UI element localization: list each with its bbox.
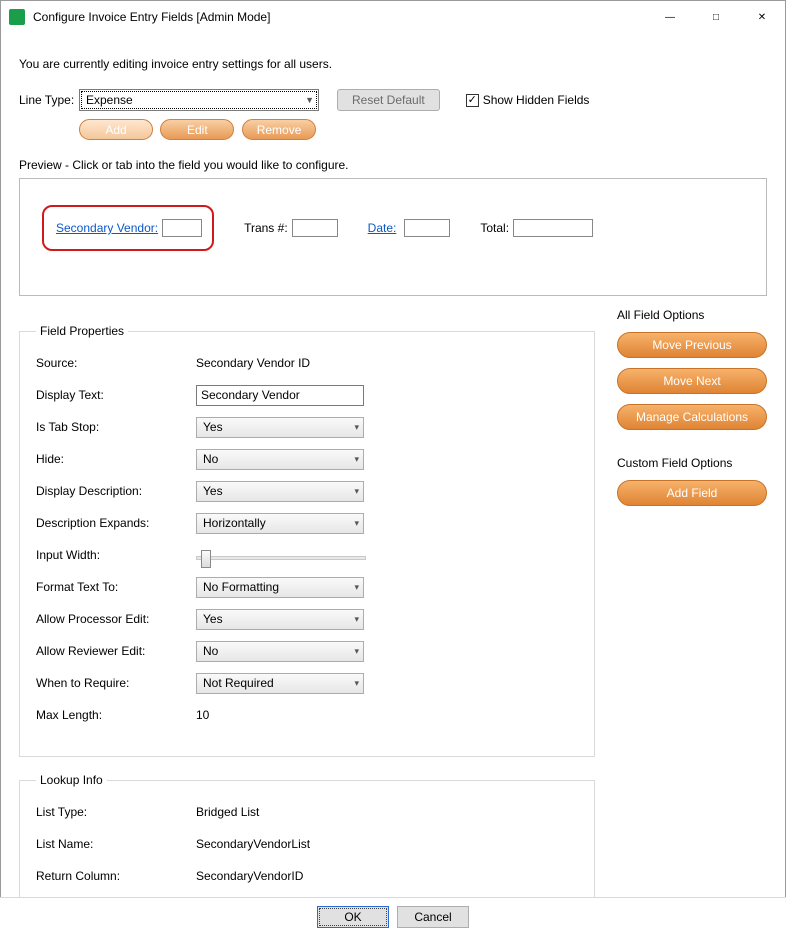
hide-select[interactable]: No▾ bbox=[196, 449, 364, 470]
return-column-value: SecondaryVendorID bbox=[196, 869, 303, 883]
description-expands-select[interactable]: Horizontally▾ bbox=[196, 513, 364, 534]
checkbox-mark: ✓ bbox=[466, 94, 479, 107]
list-name-value: SecondaryVendorList bbox=[196, 837, 310, 851]
show-hidden-label: Show Hidden Fields bbox=[483, 93, 590, 107]
window-title: Configure Invoice Entry Fields [Admin Mo… bbox=[33, 10, 647, 24]
allow-processor-edit-select[interactable]: Yes▾ bbox=[196, 609, 364, 630]
remove-button[interactable]: Remove bbox=[242, 119, 317, 140]
format-text-to-select[interactable]: No Formatting▾ bbox=[196, 577, 364, 598]
allow-reviewer-edit-label: Allow Reviewer Edit: bbox=[36, 644, 196, 658]
display-text-label: Display Text: bbox=[36, 388, 196, 402]
total-input[interactable] bbox=[513, 219, 593, 237]
add-field-button[interactable]: Add Field bbox=[617, 480, 767, 506]
chevron-down-icon: ▾ bbox=[354, 454, 359, 465]
input-width-label: Input Width: bbox=[36, 548, 196, 562]
max-length-label: Max Length: bbox=[36, 708, 196, 722]
source-label: Source: bbox=[36, 356, 196, 370]
when-to-require-select[interactable]: Not Required▾ bbox=[196, 673, 364, 694]
all-field-options-heading: All Field Options bbox=[617, 308, 767, 322]
lookup-info-legend: Lookup Info bbox=[36, 773, 107, 787]
chevron-down-icon: ▾ bbox=[354, 646, 359, 657]
secondary-vendor-input[interactable] bbox=[162, 219, 202, 237]
field-properties-legend: Field Properties bbox=[36, 324, 128, 338]
is-tab-stop-label: Is Tab Stop: bbox=[36, 420, 196, 434]
chevron-down-icon: ▾ bbox=[354, 582, 359, 593]
maximize-button[interactable]: □ bbox=[693, 1, 739, 33]
chevron-down-icon: ▾ bbox=[354, 486, 359, 497]
input-width-slider[interactable] bbox=[196, 556, 366, 560]
chevron-down-icon: ▾ bbox=[354, 518, 359, 529]
list-type-label: List Type: bbox=[36, 805, 196, 819]
is-tab-stop-select[interactable]: Yes▾ bbox=[196, 417, 364, 438]
hide-label: Hide: bbox=[36, 452, 196, 466]
list-type-value: Bridged List bbox=[196, 805, 259, 819]
selected-field-highlight: Secondary Vendor: bbox=[42, 205, 214, 251]
secondary-vendor-label[interactable]: Secondary Vendor: bbox=[56, 221, 158, 235]
date-label[interactable]: Date: bbox=[368, 221, 397, 235]
cancel-button[interactable]: Cancel bbox=[397, 906, 469, 928]
custom-field-options-heading: Custom Field Options bbox=[617, 456, 767, 470]
display-description-label: Display Description: bbox=[36, 484, 196, 498]
add-button[interactable]: Add bbox=[79, 119, 153, 140]
titlebar: Configure Invoice Entry Fields [Admin Mo… bbox=[1, 1, 785, 33]
app-icon bbox=[9, 9, 25, 25]
line-type-value: Expense bbox=[86, 93, 133, 107]
allow-processor-edit-label: Allow Processor Edit: bbox=[36, 612, 196, 626]
show-hidden-checkbox[interactable]: ✓ Show Hidden Fields bbox=[466, 93, 590, 107]
ok-button[interactable]: OK bbox=[317, 906, 389, 928]
source-value: Secondary Vendor ID bbox=[196, 356, 310, 370]
trans-number-input[interactable] bbox=[292, 219, 338, 237]
trans-number-label: Trans #: bbox=[244, 221, 288, 235]
when-to-require-label: When to Require: bbox=[36, 676, 196, 690]
edit-button[interactable]: Edit bbox=[160, 119, 234, 140]
minimize-button[interactable]: — bbox=[647, 1, 693, 33]
preview-label: Preview - Click or tab into the field yo… bbox=[19, 158, 767, 172]
format-text-to-label: Format Text To: bbox=[36, 580, 196, 594]
max-length-value: 10 bbox=[196, 708, 209, 722]
chevron-down-icon: ▾ bbox=[354, 614, 359, 625]
chevron-down-icon: ▼ bbox=[305, 95, 314, 105]
chevron-down-icon: ▾ bbox=[354, 422, 359, 433]
dialog-footer: OK Cancel bbox=[0, 897, 786, 935]
display-description-select[interactable]: Yes▾ bbox=[196, 481, 364, 502]
line-type-label: Line Type: bbox=[19, 93, 79, 107]
move-next-button[interactable]: Move Next bbox=[617, 368, 767, 394]
display-text-input[interactable]: Secondary Vendor bbox=[196, 385, 364, 406]
preview-box: Secondary Vendor: Trans #: Date: Total: bbox=[19, 178, 767, 296]
move-previous-button[interactable]: Move Previous bbox=[617, 332, 767, 358]
allow-reviewer-edit-select[interactable]: No▾ bbox=[196, 641, 364, 662]
return-column-label: Return Column: bbox=[36, 869, 196, 883]
reset-default-button[interactable]: Reset Default bbox=[337, 89, 440, 111]
chevron-down-icon: ▾ bbox=[354, 678, 359, 689]
manage-calculations-button[interactable]: Manage Calculations bbox=[617, 404, 767, 430]
line-type-select[interactable]: Expense ▼ bbox=[79, 89, 319, 111]
date-input[interactable] bbox=[404, 219, 450, 237]
list-name-label: List Name: bbox=[36, 837, 196, 851]
intro-text: You are currently editing invoice entry … bbox=[19, 57, 767, 71]
description-expands-label: Description Expands: bbox=[36, 516, 196, 530]
total-label: Total: bbox=[480, 221, 509, 235]
close-button[interactable]: ✕ bbox=[739, 1, 785, 33]
field-properties-group: Field Properties Source: Secondary Vendo… bbox=[19, 324, 595, 757]
slider-thumb[interactable] bbox=[201, 550, 211, 568]
